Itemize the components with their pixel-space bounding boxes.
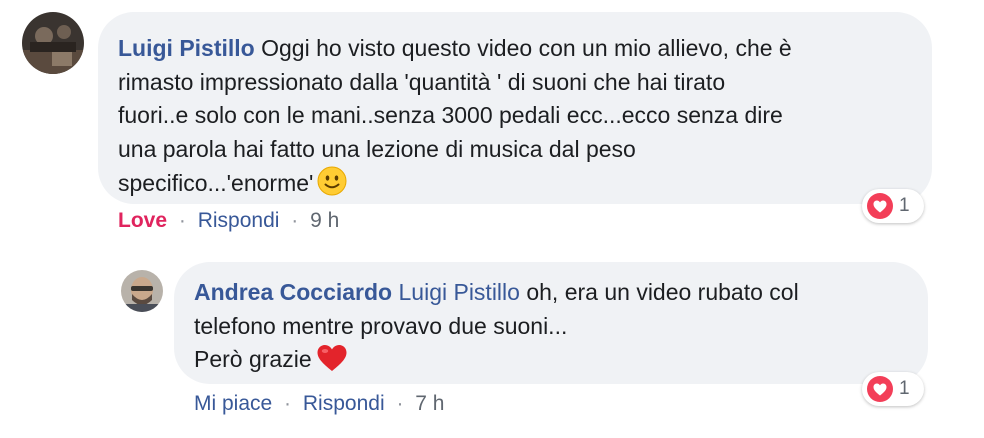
- comment-text-line: una parola hai fatto una lezione di musi…: [118, 135, 636, 162]
- comment-line-1: Luigi Pistillo Oggi ho visto questo vide…: [118, 32, 912, 66]
- reply-author[interactable]: Andrea Cocciardo: [194, 279, 392, 305]
- like-button[interactable]: Mi piace: [194, 392, 272, 415]
- separator-dot: ·: [284, 392, 292, 415]
- comment-timestamp[interactable]: 9 h: [310, 209, 339, 232]
- reply-button[interactable]: Rispondi: [303, 392, 385, 415]
- comment-reaction-summary[interactable]: 1: [862, 189, 924, 223]
- comment-text-line: rimasto impressionato dalla 'quantità ' …: [118, 68, 726, 95]
- reply-text-line: Però grazie: [194, 346, 312, 372]
- comment-line-5: specifico...'enorme': [118, 166, 912, 206]
- heart-icon: [867, 376, 893, 402]
- comment-text-line: Oggi ho visto questo video con un mio al…: [261, 35, 792, 61]
- reply-timestamp[interactable]: 7 h: [415, 392, 444, 415]
- separator-dot: ·: [396, 392, 404, 415]
- reply-reaction-summary[interactable]: 1: [862, 372, 924, 406]
- avatar-luigi[interactable]: [22, 12, 84, 74]
- reply-bubble: Andrea Cocciardo Luigi Pistillo oh, era …: [174, 262, 928, 384]
- comment-thread: Luigi Pistillo Oggi ho visto questo vide…: [0, 0, 984, 438]
- reply-line-3: Però grazie: [194, 343, 908, 382]
- comment-author[interactable]: Luigi Pistillo: [118, 35, 255, 61]
- comment-text-line: fuori..e solo con le mani..senza 3000 pe…: [118, 102, 783, 128]
- reply-mention[interactable]: Luigi Pistillo: [399, 279, 520, 305]
- reply-actions: Mi piace · Rispondi · 7 h: [194, 392, 445, 416]
- reply-line-1: Andrea Cocciardo Luigi Pistillo oh, era …: [194, 276, 908, 310]
- reply-button[interactable]: Rispondi: [198, 209, 280, 232]
- heart-icon: [867, 193, 893, 219]
- love-reaction-button[interactable]: Love: [118, 209, 167, 232]
- reply-text-line: oh, era un video rubato col: [526, 279, 799, 305]
- avatar-andrea[interactable]: [121, 270, 163, 312]
- slightly-smiling-face-icon: [317, 166, 347, 206]
- reply-text-line: telefono mentre provavo due suoni...: [194, 312, 568, 339]
- separator-dot: ·: [178, 209, 186, 232]
- reaction-count: 1: [899, 378, 910, 399]
- red-heart-icon: [316, 344, 348, 382]
- reaction-count: 1: [899, 195, 910, 216]
- comment-bubble: Luigi Pistillo Oggi ho visto questo vide…: [98, 12, 932, 204]
- separator-dot: ·: [291, 209, 299, 232]
- comment-text-line: specifico...'enorme': [118, 170, 314, 196]
- comment-actions: Love · Rispondi · 9 h: [118, 209, 339, 233]
